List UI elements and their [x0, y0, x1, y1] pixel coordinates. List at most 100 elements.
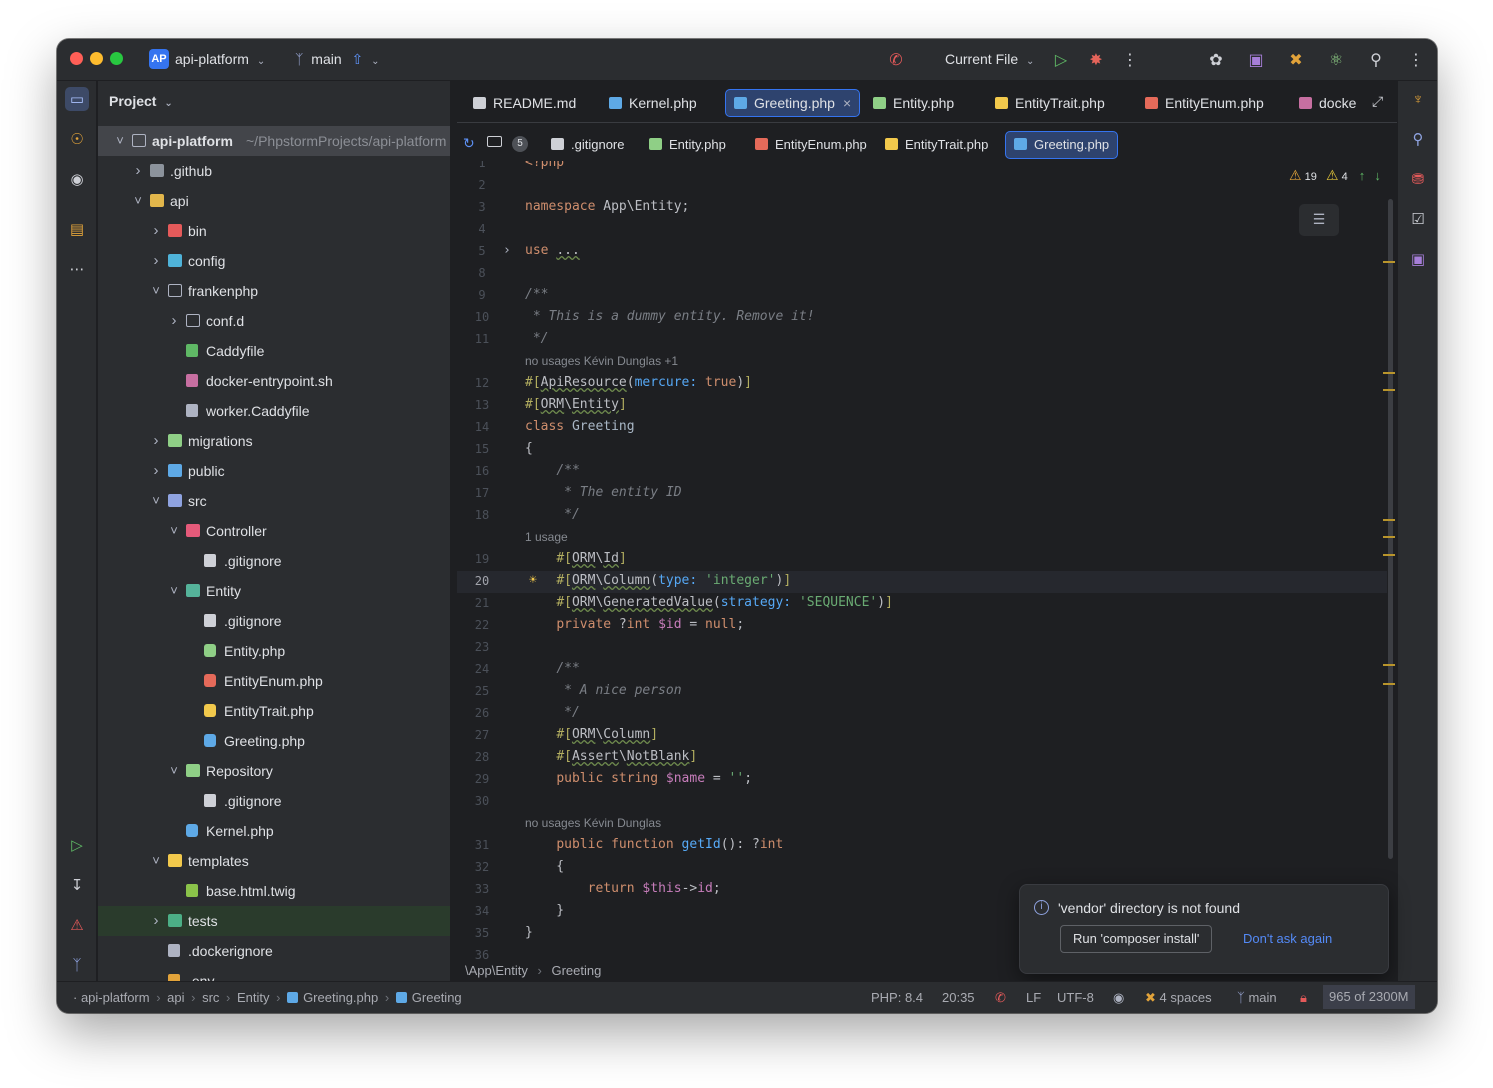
warning-marker[interactable]	[1383, 519, 1395, 521]
code-line[interactable]: #[ApiResource(mercure: true)]	[525, 375, 752, 390]
code-line[interactable]: */	[525, 705, 580, 720]
tree-folder[interactable]: ˅ templates	[98, 846, 450, 876]
code-vision-hint[interactable]: no usages Kévin Dunglas +1	[525, 354, 678, 368]
prev-highlight-icon[interactable]: ↑	[1359, 168, 1366, 183]
github-icon[interactable]: ◉	[65, 167, 89, 191]
code-line[interactable]: */	[525, 507, 580, 522]
tree-file[interactable]: docker-entrypoint.sh	[98, 366, 450, 396]
branch-switcher[interactable]: ᛉ main ⇧ ⌄	[295, 51, 380, 68]
debug-icon[interactable]: ✸	[1085, 49, 1107, 71]
breadcrumb-segment[interactable]: src	[202, 990, 219, 1005]
code-vision-hint[interactable]: 1 usage	[525, 530, 568, 544]
tree-file[interactable]: worker.Caddyfile	[98, 396, 450, 426]
code-line[interactable]: * The entity ID	[525, 485, 681, 500]
warning-marker[interactable]	[1383, 536, 1395, 538]
breadcrumb-segment[interactable]: api-platform	[81, 990, 150, 1005]
dont-ask-again-link[interactable]: Don't ask again	[1243, 931, 1332, 946]
php-version[interactable]: PHP: 8.4	[871, 990, 923, 1005]
warning-marker[interactable]	[1383, 261, 1395, 263]
git-tool-icon[interactable]: ᛉ	[65, 953, 89, 977]
secondary-tab[interactable]: EntityEnum.php	[747, 131, 875, 159]
memory-indicator[interactable]: 965 of 2300M	[1323, 985, 1415, 1009]
run-icon[interactable]: ▷	[1050, 49, 1072, 71]
breadcrumb-namespace[interactable]: \App\Entity	[465, 963, 528, 978]
minimize-window-button[interactable]	[90, 52, 103, 65]
breadcrumb-segment[interactable]: api	[167, 990, 184, 1005]
tree-folder[interactable]: ˅ Repository	[98, 756, 450, 786]
chevron-right-icon[interactable]: ›	[132, 156, 144, 186]
editor-tab[interactable]: Greeting.php ×	[725, 89, 861, 117]
search-icon[interactable]: ⚲	[1365, 49, 1387, 71]
commit-tool-icon[interactable]: ☉	[65, 127, 89, 151]
notifications-icon[interactable]: ♆	[1406, 87, 1430, 111]
chevron-down-icon[interactable]: ˅	[168, 576, 180, 606]
code-line[interactable]: #[Assert\NotBlank]	[525, 749, 697, 764]
phone-status-icon[interactable]: ✆	[995, 990, 1006, 1006]
chevron-down-icon[interactable]: ˅	[114, 126, 126, 156]
warning-marker[interactable]	[1383, 554, 1395, 556]
chevron-right-icon[interactable]: ›	[150, 906, 162, 936]
code-line[interactable]: /**	[525, 661, 579, 676]
chevron-down-icon[interactable]: ˅	[132, 186, 144, 216]
code-line[interactable]: {	[525, 859, 564, 874]
secondary-tab[interactable]: EntityTrait.php	[877, 131, 996, 159]
project-panel-header[interactable]: Project ⌄	[109, 93, 173, 109]
tree-file[interactable]: .dockerignore	[98, 936, 450, 966]
code-with-me-icon[interactable]: ▣	[1245, 49, 1267, 71]
terminal-icon[interactable]: ↧	[65, 873, 89, 897]
tree-folder[interactable]: › bin	[98, 216, 450, 246]
code-line[interactable]: <?php	[525, 161, 564, 170]
tree-folder[interactable]: › migrations	[98, 426, 450, 456]
tasks-icon[interactable]: ☑	[1406, 207, 1430, 231]
project-tool-icon[interactable]: ▭	[65, 87, 89, 111]
editor-tab[interactable]: Kernel.php	[601, 89, 705, 117]
chevron-down-icon[interactable]: ˅	[168, 516, 180, 546]
editor-tab[interactable]: docke	[1291, 89, 1364, 117]
indent-settings[interactable]: ✖ 4 spaces	[1145, 990, 1212, 1006]
build-tools-icon[interactable]: ✖	[1285, 49, 1307, 71]
tree-folder[interactable]: ˅ Entity	[98, 576, 450, 606]
tree-folder[interactable]: ˅ api-platform ~/PhpstormProjects/api-plat…	[98, 126, 450, 156]
tree-folder[interactable]: ˅ api	[98, 186, 450, 216]
code-line[interactable]: private ?int $id = null;	[525, 617, 744, 632]
services-run-icon[interactable]: ▷	[65, 833, 89, 857]
expand-editor-icon[interactable]: ⤢	[1372, 93, 1383, 110]
tree-folder[interactable]: ˅ src	[98, 486, 450, 516]
close-tab-icon[interactable]: ×	[843, 95, 851, 111]
project-badge[interactable]: AP	[149, 49, 169, 69]
code-line[interactable]: return $this->id;	[525, 881, 721, 896]
fold-expand-icon[interactable]: ›	[503, 243, 511, 258]
code-line[interactable]: use ...	[525, 243, 580, 258]
tree-file[interactable]: base.html.twig	[98, 876, 450, 906]
tree-file[interactable]: Caddyfile	[98, 336, 450, 366]
tree-folder[interactable]: › tests	[98, 906, 450, 936]
code-line[interactable]: #[ORM\Id]	[525, 551, 626, 566]
zoom-window-button[interactable]	[110, 52, 123, 65]
ai-chat-icon[interactable]: ⚲	[1406, 127, 1430, 151]
editor-tab[interactable]: EntityEnum.php	[1137, 89, 1272, 117]
tree-folder[interactable]: › conf.d	[98, 306, 450, 336]
caret-position[interactable]: 20:35	[942, 990, 975, 1005]
reader-mode-icon[interactable]: ☰	[1299, 204, 1339, 236]
code-line[interactable]: */	[525, 331, 549, 346]
chevron-right-icon[interactable]: ›	[150, 426, 162, 456]
breadcrumb-segment[interactable]: Greeting	[412, 990, 462, 1005]
tree-file[interactable]: .gitignore	[98, 546, 450, 576]
chevron-down-icon[interactable]: ˅	[150, 846, 162, 876]
chevron-down-icon[interactable]: ˅	[150, 486, 162, 516]
run-composer-install-button[interactable]: Run 'composer install'	[1060, 925, 1213, 953]
code-line[interactable]: #[ORM\GeneratedValue(strategy: 'SEQUENCE…	[525, 595, 893, 610]
secondary-tab[interactable]: Greeting.php	[1005, 131, 1119, 159]
chevron-right-icon[interactable]: ›	[150, 216, 162, 246]
code-vision-hint[interactable]: no usages Kévin Dunglas	[525, 816, 661, 830]
tree-folder[interactable]: › config	[98, 246, 450, 276]
tree-file[interactable]: .gitignore	[98, 606, 450, 636]
chevron-right-icon[interactable]: ›	[150, 246, 162, 276]
project-switcher[interactable]: api-platform ⌄	[175, 51, 265, 67]
chevron-down-icon[interactable]: ˅	[150, 276, 162, 306]
code-line[interactable]: * A nice person	[525, 683, 681, 698]
breadcrumb-class[interactable]: Greeting	[551, 963, 601, 978]
file-encoding[interactable]: UTF-8	[1057, 990, 1094, 1005]
code-line[interactable]: public string $name = '';	[525, 771, 752, 786]
ai-assistant-icon[interactable]: ✿	[1205, 49, 1227, 71]
